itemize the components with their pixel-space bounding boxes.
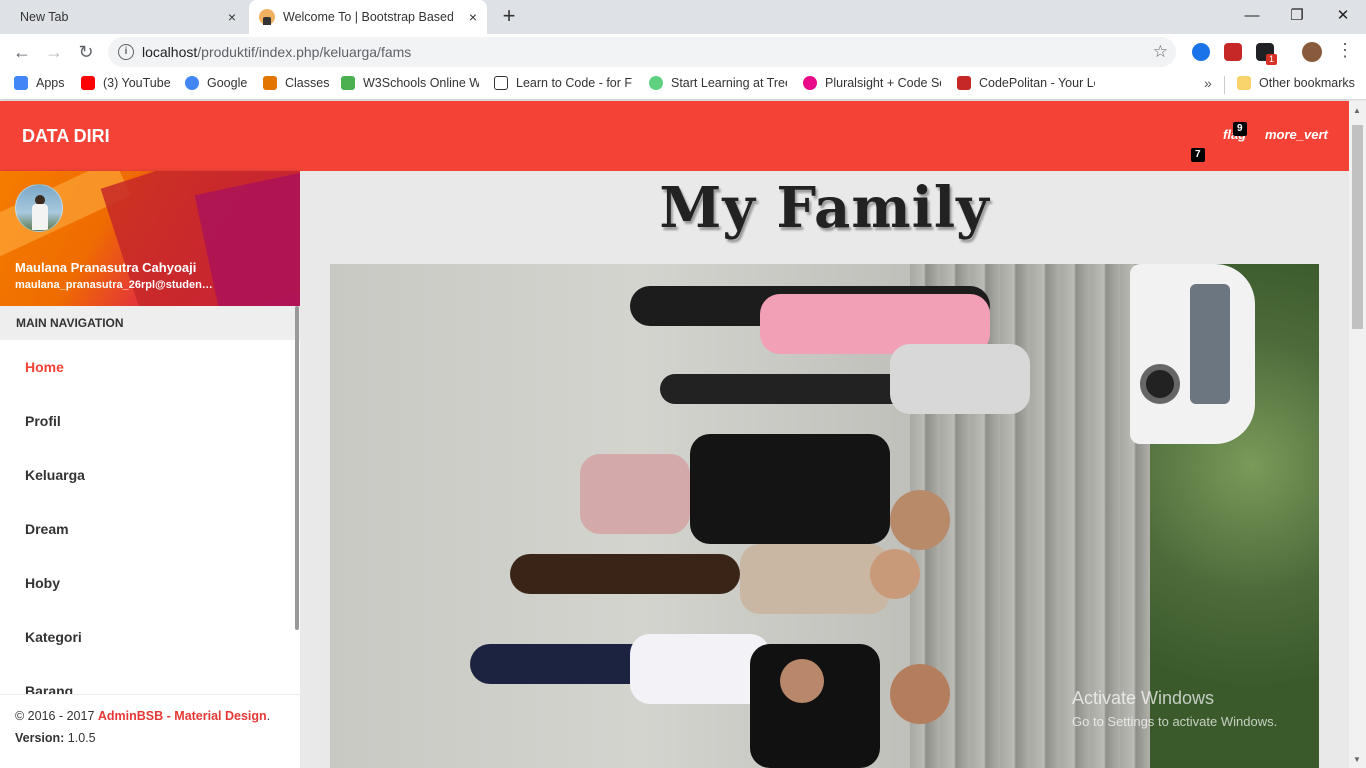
app-header: DATA DIRI flag 9 7 more_vert [0,101,1349,171]
bookmarks-bar: Apps (3) YouTube Google Classes W3School… [0,70,1366,100]
bookmark-pluralsight[interactable]: Pluralsight + Code School [803,76,941,90]
other-bookmarks[interactable]: Other bookmarks [1237,76,1362,90]
bookmarks-divider [1224,76,1225,94]
bookmark-apps[interactable]: Apps [14,76,74,90]
bookmark-freecodecamp[interactable]: Learn to Code - for Free [494,76,632,90]
family-photo: Activate Windows Go to Settings to activ… [330,264,1319,768]
minimize-button[interactable]: — [1229,4,1275,30]
flag-count-badge: 9 [1233,122,1247,136]
tab-new-tab[interactable]: New Tab × [0,0,246,34]
apps-grid-icon [14,76,28,90]
admin-favicon-icon [259,9,275,25]
bookmark-treehouse[interactable]: Start Learning at Treehouse [649,76,787,90]
info-icon[interactable]: i [118,44,134,60]
main-content: My Family Activate Windows Go to Setting… [300,171,1349,768]
bookmark-codepolitan[interactable]: CodePolitan - Your Learning Partner [957,76,1095,90]
address-bar[interactable]: i localhost/produktif/index.php/keluarga… [108,37,1176,67]
user-name: Maulana Pranasutra Cahyoaji [15,260,197,275]
user-avatar[interactable] [15,184,63,232]
tab-welcome[interactable]: Welcome To | Bootstrap Based Admin Templ… [249,0,487,34]
close-tab-icon[interactable]: × [469,9,477,25]
reload-icon[interactable]: ↻ [74,40,98,64]
scroll-down-icon[interactable]: ▼ [1353,755,1361,764]
version-info: Version: 1.0.5 [15,731,96,745]
nav-item-hoby[interactable]: Hoby [0,556,295,610]
tab-title: New Tab [20,10,69,24]
scroll-up-icon[interactable]: ▲ [1353,106,1361,115]
brand-title[interactable]: DATA DIRI [22,126,110,147]
bookmarks-overflow-button[interactable]: » [1204,75,1212,91]
maximize-button[interactable]: ❐ [1274,4,1320,30]
adminbsb-link[interactable]: AdminBSB - Material Design [98,709,267,723]
user-info-panel: Maulana Pranasutra Cahyoaji maulana_pran… [0,171,300,306]
forward-arrow-icon[interactable]: → [42,40,66,64]
bookmark-youtube[interactable]: (3) YouTube [81,76,176,90]
browser-tab-strip: New Tab × Welcome To | Bootstrap Based A… [0,0,1366,34]
back-arrow-icon[interactable]: ← [10,40,34,64]
sidebar-footer: © 2016 - 2017 AdminBSB - Material Design… [0,694,300,768]
pdf-extension-icon[interactable] [1224,43,1242,61]
scrollbar-thumb[interactable] [1352,125,1363,329]
chrome-menu-icon[interactable]: ⋮ [1336,40,1354,61]
windows-activation-title: Activate Windows [1072,688,1215,708]
url-text: localhost/produktif/index.php/keluarga/f… [142,44,412,60]
codepolitan-icon [957,76,971,90]
nav-item-profil[interactable]: Profil [0,394,295,448]
user-email: maulana_pranasutra_26rpl@student.smktelk… [15,279,215,291]
windows-activation-subtitle: Go to Settings to activate Windows. [1072,714,1278,729]
page-scrollbar[interactable]: ▲ ▼ [1349,101,1366,768]
bookmark-w3schools[interactable]: W3Schools Online Web Tutorials [341,76,479,90]
car-image [1130,264,1255,444]
google-icon [185,76,199,90]
nav-header: MAIN NAVIGATION [0,306,300,340]
notification-count-badge: 7 [1191,148,1205,162]
w3schools-icon [341,76,355,90]
profile-avatar-icon[interactable] [1302,42,1322,62]
bookmark-classes[interactable]: Classes [263,76,333,90]
search-extension-icon[interactable] [1192,43,1210,61]
browser-toolbar: ← → ↻ i localhost/produktif/index.php/ke… [0,34,1366,70]
main-navigation-menu: Home Profil Keluarga Dream Hoby Kategori… [0,340,295,694]
nav-item-home[interactable]: Home [0,340,295,394]
window-close-button[interactable]: ✕ [1320,4,1366,30]
bookmark-google[interactable]: Google [185,76,255,90]
nav-item-dream[interactable]: Dream [0,502,295,556]
tab-title: Welcome To | Bootstrap Based Admin Templ… [283,10,453,24]
folder-icon [1237,76,1251,90]
classes-icon [263,76,277,90]
close-tab-icon[interactable]: × [228,9,236,25]
pluralsight-icon [803,76,817,90]
sidebar-scrollbar[interactable] [295,306,299,630]
nav-item-barang[interactable]: Barang [0,664,295,694]
extension-badge: 1 [1266,54,1278,65]
sidebar: Maulana Pranasutra Cahyoaji maulana_pran… [0,171,300,768]
copyright: © 2016 - 2017 AdminBSB - Material Design… [15,709,271,723]
more-vert-button[interactable]: more_vert [1265,127,1328,142]
nav-item-kategori[interactable]: Kategori [0,610,295,664]
youtube-icon [81,76,95,90]
page-title: My Family [659,175,990,241]
nav-item-keluarga[interactable]: Keluarga [0,448,295,502]
treehouse-icon [649,76,663,90]
freecodecamp-icon [494,76,508,90]
bookmark-star-icon[interactable]: ☆ [1153,37,1168,67]
new-tab-button[interactable]: + [495,4,523,30]
